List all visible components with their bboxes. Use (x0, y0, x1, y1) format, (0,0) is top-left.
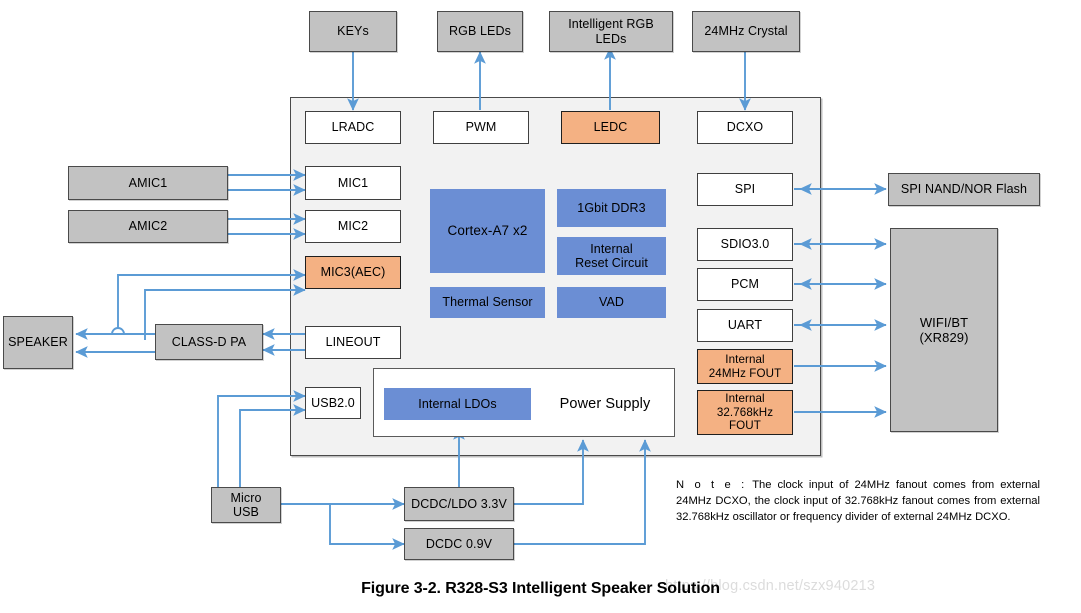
figure-canvas: KEYs RGB LEDs Intelligent RGB LEDs 24MHz… (0, 0, 1081, 613)
soc-peripheral-internal-32768khz-fout[interactable]: Internal 32.768kHz FOUT (697, 390, 793, 435)
soc-core-cortex-a7[interactable]: Cortex-A7 x2 (430, 189, 545, 273)
external-block-dcdc-09v[interactable]: DCDC 0.9V (404, 528, 514, 560)
soc-peripheral-dcxo[interactable]: DCXO (697, 111, 793, 144)
external-block-keys[interactable]: KEYs (309, 11, 397, 52)
soc-core-thermal-sensor[interactable]: Thermal Sensor (430, 287, 545, 318)
external-block-intelligent-rgb-leds[interactable]: Intelligent RGB LEDs (549, 11, 673, 52)
note-label: N o t e : (676, 479, 747, 491)
soc-peripheral-lineout[interactable]: LINEOUT (305, 326, 401, 359)
external-block-class-d-pa[interactable]: CLASS-D PA (155, 324, 263, 360)
soc-power-internal-ldos[interactable]: Internal LDOs (384, 388, 531, 420)
soc-peripheral-mic3-aec[interactable]: MIC3(AEC) (305, 256, 401, 289)
soc-core-vad[interactable]: VAD (557, 287, 666, 318)
soc-peripheral-mic1[interactable]: MIC1 (305, 166, 401, 200)
soc-peripheral-sdio30[interactable]: SDIO3.0 (697, 228, 793, 261)
soc-peripheral-pcm[interactable]: PCM (697, 268, 793, 301)
soc-peripheral-uart[interactable]: UART (697, 309, 793, 342)
soc-peripheral-pwm[interactable]: PWM (433, 111, 529, 144)
soc-core-internal-reset-circuit[interactable]: Internal Reset Circuit (557, 237, 666, 275)
soc-power-supply-label: Power Supply (559, 395, 651, 412)
figure-caption: Figure 3-2. R328-S3 Intelligent Speaker … (361, 580, 720, 597)
soc-core-ddr3[interactable]: 1Gbit DDR3 (557, 189, 666, 227)
soc-peripheral-usb20[interactable]: USB2.0 (305, 387, 361, 419)
note-text: N o t e : The clock input of 24MHz fanou… (676, 478, 1040, 526)
external-block-rgb-leds[interactable]: RGB LEDs (437, 11, 523, 52)
soc-peripheral-lradc[interactable]: LRADC (305, 111, 401, 144)
external-block-dcdc-ldo-33v[interactable]: DCDC/LDO 3.3V (404, 487, 514, 521)
external-block-amic1[interactable]: AMIC1 (68, 166, 228, 200)
external-block-speaker[interactable]: SPEAKER (3, 316, 73, 369)
external-block-wifi-bt[interactable]: WIFI/BT (XR829) (890, 228, 998, 432)
external-block-amic2[interactable]: AMIC2 (68, 210, 228, 243)
soc-peripheral-spi[interactable]: SPI (697, 173, 793, 206)
external-block-24mhz-crystal[interactable]: 24MHz Crystal (692, 11, 800, 52)
external-block-micro-usb[interactable]: Micro USB (211, 487, 281, 523)
soc-peripheral-mic2[interactable]: MIC2 (305, 210, 401, 243)
soc-peripheral-ledc[interactable]: LEDC (561, 111, 660, 144)
soc-peripheral-internal-24mhz-fout[interactable]: Internal 24MHz FOUT (697, 349, 793, 384)
external-block-spi-flash[interactable]: SPI NAND/NOR Flash (888, 173, 1040, 206)
